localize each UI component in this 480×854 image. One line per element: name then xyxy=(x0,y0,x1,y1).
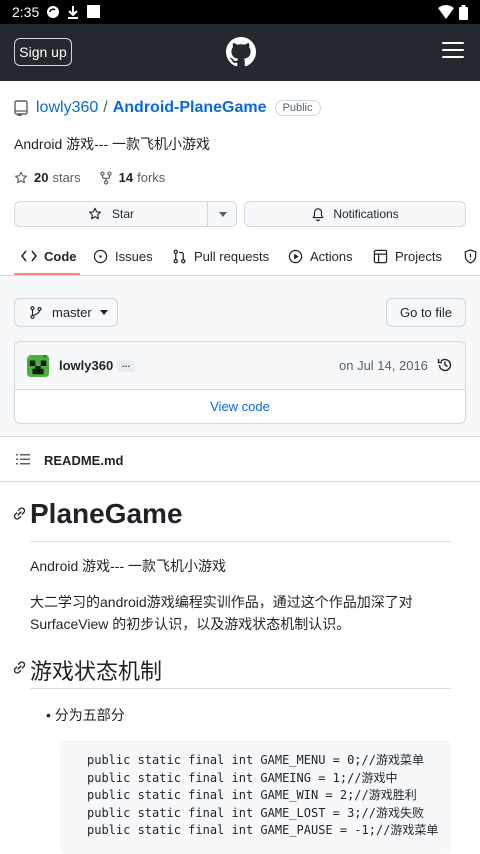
branch-icon xyxy=(30,306,42,319)
tab-pull-requests[interactable]: Pull requests xyxy=(172,236,269,276)
go-to-file-button[interactable]: Go to file xyxy=(386,298,466,327)
repo-icon xyxy=(14,100,28,116)
commit-author[interactable]: lowly360 xyxy=(59,358,113,373)
code-line: public static final int GAME_LOST = 3;//… xyxy=(87,805,424,820)
readme-heading-1: PlaneGame xyxy=(30,498,183,529)
forks-link[interactable]: 14 forks xyxy=(99,170,166,185)
repo-separator: / xyxy=(103,99,108,116)
sign-up-button[interactable]: Sign up xyxy=(14,38,72,66)
divider xyxy=(30,688,451,689)
active-tab-indicator xyxy=(14,273,80,275)
readme-paragraph: 大二学习的android游戏编程实训作品，通过这个作品加深了对 SurfaceV… xyxy=(30,594,413,632)
tab-actions[interactable]: Actions xyxy=(288,236,353,276)
download-icon xyxy=(68,6,78,19)
hamburger-line xyxy=(442,56,464,58)
branch-name: master xyxy=(52,305,92,320)
readme-header: README.md xyxy=(0,438,480,482)
tab-issues-label: Issues xyxy=(115,248,153,264)
commit-message-toggle[interactable]: … xyxy=(117,360,135,372)
issue-icon xyxy=(93,249,108,263)
code-line: public static final int GAMEING = 1;//游戏… xyxy=(87,770,398,785)
repo-title: lowly360 / Android-PlaneGame Public xyxy=(14,97,321,119)
sync-icon xyxy=(47,6,59,18)
list-item-text: 分为五部分 xyxy=(54,707,125,723)
table-icon xyxy=(373,249,388,263)
star-button-label: Star xyxy=(111,207,134,221)
star-dropdown-button[interactable] xyxy=(207,202,237,226)
commit-header: lowly360 … on Jul 14, 2016 xyxy=(15,342,465,390)
pull-request-icon xyxy=(173,249,186,263)
bell-icon xyxy=(312,207,324,221)
code-icon xyxy=(21,250,37,262)
star-button-group: Star xyxy=(14,201,237,227)
stars-link[interactable]: 20 stars xyxy=(14,170,81,185)
tab-pull-requests-label: Pull requests xyxy=(194,248,270,264)
notifications-label: Notifications xyxy=(333,207,399,221)
code-line: public static final int GAME_PAUSE = -1;… xyxy=(87,823,439,837)
hamburger-line xyxy=(442,42,464,44)
caret-down-icon xyxy=(99,310,108,315)
list-icon[interactable] xyxy=(16,453,30,466)
code-line: public static final int GAME_MENU = 0;//… xyxy=(87,753,424,767)
readme-heading-2: 游戏状态机制 xyxy=(30,659,163,684)
tab-code[interactable]: Code xyxy=(21,236,77,276)
star-button[interactable]: Star xyxy=(15,202,207,226)
tab-projects[interactable]: Projects xyxy=(373,236,442,276)
caret-down-icon xyxy=(218,211,227,217)
stars-count: 20 xyxy=(34,170,49,185)
link-icon[interactable] xyxy=(12,660,27,675)
fork-icon xyxy=(99,170,112,185)
commit-date: on Jul 14, 2016 xyxy=(339,358,428,373)
creeper-avatar-icon xyxy=(27,355,49,377)
list-item: • 分为五部分 xyxy=(46,707,125,723)
tab-security[interactable] xyxy=(463,236,480,276)
code-line: public static final int GAME_WIN = 2;//游… xyxy=(87,788,417,802)
stars-label: stars xyxy=(52,170,81,185)
branch-selector[interactable]: master xyxy=(14,298,118,327)
readme-filename[interactable]: README.md xyxy=(44,453,123,468)
link-icon[interactable] xyxy=(12,506,27,521)
status-time: 2:35 xyxy=(12,4,40,20)
tab-projects-label: Projects xyxy=(395,248,442,264)
hamburger-line xyxy=(442,49,464,51)
github-logo-icon[interactable] xyxy=(226,37,256,67)
tab-actions-label: Actions xyxy=(310,248,353,264)
tab-code-label: Code xyxy=(44,248,77,264)
repo-stats: 20 stars 14 forks xyxy=(14,170,183,185)
visibility-badge: Public xyxy=(274,100,321,116)
wifi-icon xyxy=(438,5,454,19)
star-icon xyxy=(88,207,101,220)
forks-label: forks xyxy=(137,170,166,185)
tab-issues[interactable]: Issues xyxy=(93,236,153,276)
view-code-link[interactable]: View code xyxy=(15,391,465,423)
play-icon xyxy=(288,249,303,263)
repo-name-link[interactable]: Android-PlaneGame xyxy=(113,99,267,117)
latest-commit-box: lowly360 … on Jul 14, 2016 View code xyxy=(14,341,466,424)
notification-square-icon xyxy=(87,5,100,18)
code-block: public static final int GAME_MENU = 0;//… xyxy=(60,740,451,854)
avatar[interactable] xyxy=(27,355,49,377)
readme-intro: Android 游戏--- 一款飞机小游戏 xyxy=(30,558,227,574)
forks-count: 14 xyxy=(118,170,134,185)
menu-button[interactable] xyxy=(442,42,464,60)
notifications-button[interactable]: Notifications xyxy=(244,201,466,227)
divider xyxy=(30,541,451,542)
repo-tabs: Code Issues Pull requests Actions Projec… xyxy=(0,236,480,276)
repo-description: Android 游戏--- 一款飞机小游戏 xyxy=(14,136,211,152)
star-icon xyxy=(15,171,27,183)
battery-icon xyxy=(459,5,468,20)
repo-owner-link[interactable]: lowly360 xyxy=(36,99,98,117)
status-bar: 2:35 xyxy=(0,0,480,24)
site-header: Sign up xyxy=(0,24,480,81)
shield-icon xyxy=(464,248,477,264)
history-icon[interactable] xyxy=(437,357,453,373)
